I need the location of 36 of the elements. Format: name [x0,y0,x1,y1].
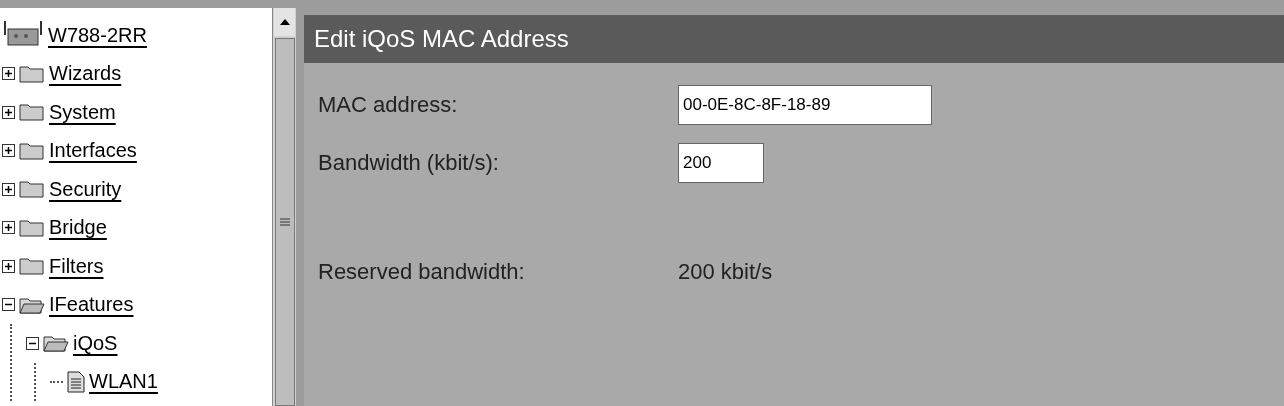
expand-icon[interactable] [2,182,15,196]
folder-icon [19,140,45,161]
collapse-icon[interactable] [26,336,39,350]
field-label: Bandwidth (kbit/s): [318,150,500,176]
tree-item[interactable]: System [49,100,116,124]
scroll-thumb[interactable] [274,38,295,406]
scroll-up-icon[interactable] [274,8,295,36]
tree-item[interactable]: WLAN1 [89,370,158,394]
tree-item[interactable]: Bridge [49,216,107,240]
tree-item[interactable]: Filters [49,254,104,278]
tree-item[interactable]: IFeatures [49,293,134,317]
field-label: MAC address: [318,92,459,118]
collapse-icon[interactable] [2,298,15,312]
folder-icon [19,179,45,200]
tree-item[interactable]: Security [49,177,122,201]
expand-icon[interactable] [2,144,15,158]
folder-icon [19,63,45,84]
scrollbar[interactable] [272,8,296,406]
folder-icon [19,256,45,277]
open-folder-icon [43,333,69,354]
expand-icon[interactable] [2,221,15,235]
readout-label: Reserved bandwidth: [318,259,526,285]
expand-icon[interactable] [2,259,15,273]
input-field[interactable]: 200 [678,143,764,183]
document-icon [67,370,85,393]
input-field[interactable]: 00-0E-8C-8F-18-89 [678,85,932,125]
folder-icon [19,102,45,123]
folder-icon [19,217,45,238]
tree-item[interactable]: Interfaces [49,139,137,163]
tree-item[interactable]: iQoS [73,331,118,355]
expand-icon[interactable] [2,67,15,81]
panel-title: Edit iQoS MAC Address [304,15,1284,63]
readout-value: 200 kbit/s [678,259,774,285]
tree-item[interactable]: Wizards [49,62,122,86]
expand-icon[interactable] [2,105,15,119]
tree-root[interactable]: W788-2RR [48,23,147,47]
